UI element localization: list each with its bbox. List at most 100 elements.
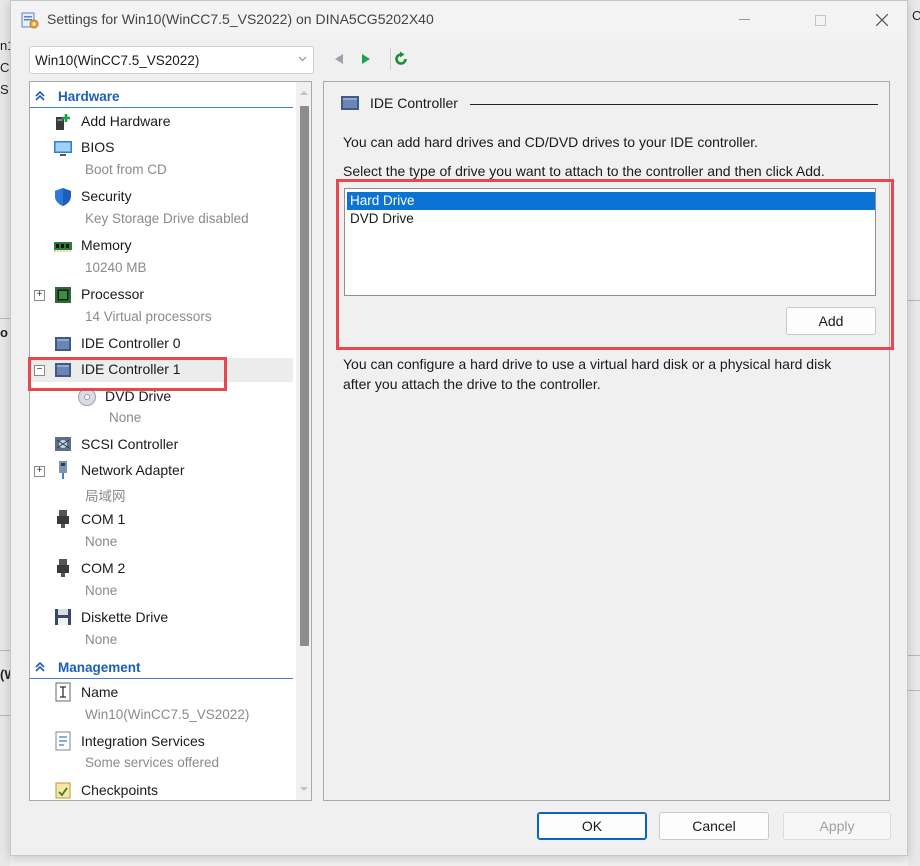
tree-item-network-adapter-detail: 局域网 [85, 489, 126, 504]
management-section-header[interactable]: Management [30, 655, 293, 679]
tree-item-name[interactable]: Name [81, 684, 118, 700]
drive-option-dvd-drive[interactable]: DVD Drive [347, 210, 875, 228]
tree-scrollbar[interactable] [296, 82, 311, 800]
tree-item-processor-detail: 14 Virtual processors [85, 309, 212, 324]
scrollbar-thumb[interactable] [300, 106, 309, 646]
bg-text-fragment: C [912, 8, 920, 23]
tree-item-ide-controller-1[interactable]: IDE Controller 1 [81, 361, 181, 377]
bg-text-fragment: C [0, 60, 10, 75]
collapse-chevrons-icon [35, 90, 45, 101]
tree-item-memory-detail: 10240 MB [85, 260, 147, 275]
settings-app-icon [21, 12, 39, 29]
tree-item-com1-detail: None [85, 534, 118, 549]
vm-selector-dropdown[interactable]: Win10(WinCC7.5_VS2022) [29, 46, 314, 74]
section-rule [30, 107, 293, 108]
hardware-section-label: Hardware [58, 89, 120, 104]
com-port-icon [57, 559, 69, 577]
bg-text-fragment: S [0, 82, 9, 97]
forward-button[interactable] [356, 49, 376, 69]
com-port-icon [57, 510, 69, 528]
title-rule [470, 104, 878, 105]
tree-item-integration-services-detail: Some services offered [85, 755, 220, 770]
vm-selector-value: Win10(WinCC7.5_VS2022) [35, 53, 200, 68]
ide-controller-icon [55, 363, 71, 377]
cancel-button[interactable]: Cancel [659, 812, 769, 840]
refresh-button[interactable] [391, 49, 411, 69]
section-rule [30, 678, 293, 679]
memory-chip-icon [54, 242, 72, 252]
tree-item-scsi-controller[interactable]: SCSI Controller [81, 436, 178, 452]
panel-note-line1: You can configure a hard drive to use a … [343, 356, 832, 372]
background-app-left: n1 C S o (W [0, 0, 10, 866]
tree-item-com1[interactable]: COM 1 [81, 511, 125, 527]
management-section-label: Management [58, 660, 141, 675]
tree-item-dvd-drive[interactable]: DVD Drive [105, 388, 171, 404]
drive-type-list[interactable]: Hard Drive DVD Drive [344, 188, 876, 296]
window-title: Settings for Win10(WinCC7.5_VS2022) on D… [47, 11, 434, 27]
tree-item-diskette-drive-detail: None [85, 632, 118, 647]
add-hardware-icon [56, 114, 70, 130]
collapse-ide-controller-1-toggle[interactable]: − [34, 365, 45, 376]
maximize-button[interactable] [797, 1, 843, 39]
ide-controller-icon [341, 96, 359, 110]
floppy-disk-icon [55, 609, 71, 625]
panel-intro-text: You can add hard drives and CD/DVD drive… [343, 134, 759, 150]
tree-item-diskette-drive[interactable]: Diskette Drive [81, 609, 168, 625]
back-button[interactable] [329, 49, 349, 69]
tree-item-network-adapter[interactable]: Network Adapter [81, 462, 185, 478]
tree-item-memory[interactable]: Memory [81, 237, 132, 253]
ok-button[interactable]: OK [537, 812, 647, 840]
title-bar: Settings for Win10(WinCC7.5_VS2022) on D… [11, 1, 907, 39]
integration-services-icon [55, 731, 71, 751]
tree-item-name-detail: Win10(WinCC7.5_VS2022) [85, 707, 250, 722]
tree-item-processor[interactable]: Processor [81, 286, 144, 302]
bg-divider [908, 655, 920, 656]
tree-item-security[interactable]: Security [81, 188, 132, 204]
network-adapter-icon [59, 461, 67, 479]
apply-button[interactable]: Apply [783, 812, 891, 840]
tree-item-security-detail: Key Storage Drive disabled [85, 211, 249, 226]
scroll-down-arrow-icon[interactable] [299, 784, 309, 794]
panel-note-line2: after you attach the drive to the contro… [343, 376, 601, 392]
bg-divider [908, 300, 920, 301]
checkpoints-icon [55, 782, 71, 799]
dvd-disc-icon [78, 388, 96, 406]
hardware-section-header[interactable]: Hardware [30, 84, 293, 108]
tree-item-bios-detail: Boot from CD [85, 162, 167, 177]
minimize-icon [738, 19, 750, 20]
collapse-chevrons-icon [35, 661, 45, 672]
tree-item-integration-services[interactable]: Integration Services [81, 733, 205, 749]
hardware-tree-panel: Hardware Add Hardware BIOS Boot from CD … [29, 81, 312, 801]
processor-chip-icon [55, 287, 71, 303]
minimize-button[interactable] [721, 1, 767, 39]
tree-item-com2[interactable]: COM 2 [81, 560, 125, 576]
scroll-up-arrow-icon[interactable] [299, 88, 309, 98]
bg-text-fragment: o [0, 325, 8, 340]
maximize-icon [814, 14, 826, 26]
close-button[interactable] [859, 1, 905, 39]
tree-item-checkpoints[interactable]: Checkpoints [81, 782, 158, 798]
tree-item-dvd-drive-detail: None [109, 410, 142, 425]
bios-monitor-icon [54, 141, 72, 156]
expand-network-adapter-toggle[interactable]: + [34, 466, 45, 477]
bg-text-fragment: n1 [0, 38, 10, 53]
ide-controller-icon [55, 337, 71, 351]
name-text-icon [55, 682, 71, 702]
back-arrow-icon [335, 54, 343, 64]
tree-item-com2-detail: None [85, 583, 118, 598]
tree-item-ide-controller-0[interactable]: IDE Controller 0 [81, 335, 181, 351]
add-button[interactable]: Add [786, 307, 876, 335]
panel-title: IDE Controller [370, 95, 458, 111]
settings-window: Settings for Win10(WinCC7.5_VS2022) on D… [10, 0, 908, 856]
chevron-down-icon [298, 56, 307, 62]
expand-processor-toggle[interactable]: + [34, 290, 45, 301]
tree-item-bios[interactable]: BIOS [81, 139, 114, 155]
tree-item-add-hardware[interactable]: Add Hardware [81, 113, 171, 129]
bg-text-fragment: (W [0, 667, 10, 682]
bg-divider [908, 690, 920, 691]
close-icon [876, 14, 888, 26]
drive-option-hard-drive[interactable]: Hard Drive [347, 192, 875, 210]
bg-divider [0, 650, 10, 651]
play-forward-icon [362, 54, 370, 64]
background-app-right: C [908, 0, 920, 866]
